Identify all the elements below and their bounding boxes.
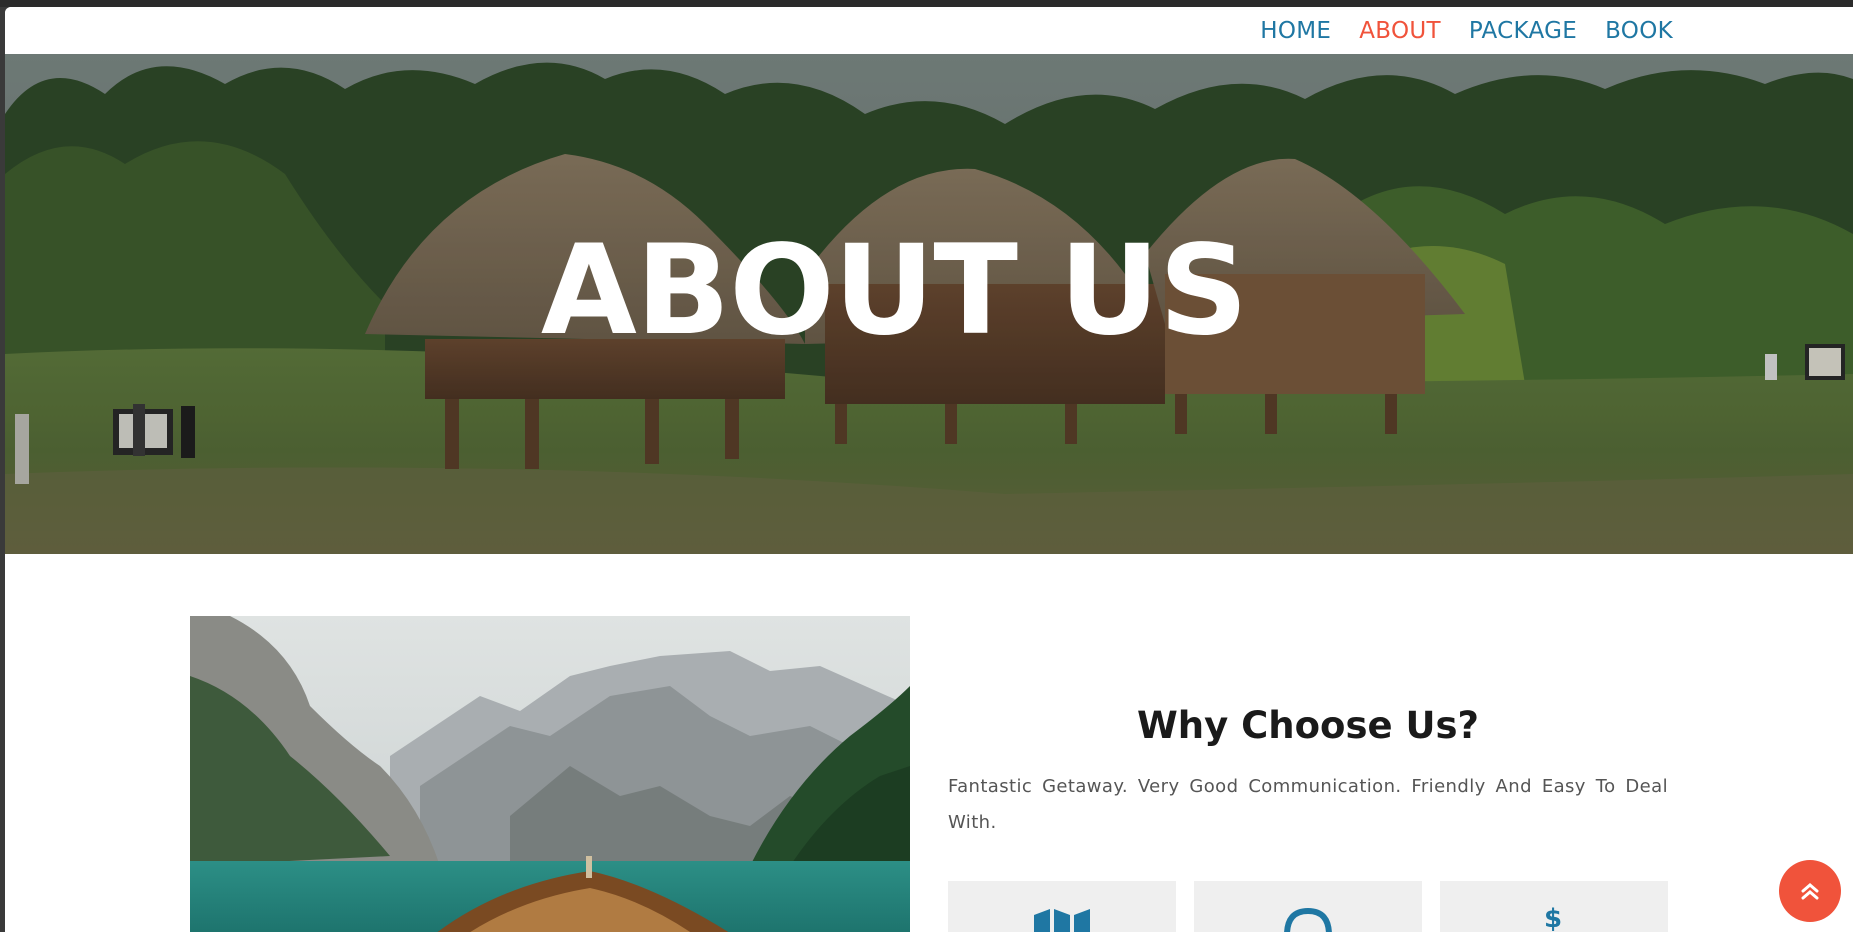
double-chevron-up-icon [1801,883,1819,900]
lake-boat-image [190,616,910,932]
feature-card-price: $ [1440,881,1668,932]
feature-card-support [1194,881,1422,932]
nav-links: HOME ABOUT PACKAGE BOOK [1260,7,1673,54]
browser-top-strip [0,0,1853,7]
lake-boat-photo [190,616,910,932]
page: HOME ABOUT PACKAGE BOOK ABOUT US Why Cho… [5,7,1853,932]
nav-package-link[interactable]: PACKAGE [1469,18,1577,44]
nav-about-link[interactable]: ABOUT [1359,18,1441,44]
svg-text:$: $ [1544,905,1562,932]
scroll-to-top-button[interactable] [1779,860,1841,922]
dollar-hand-icon: $ [1544,905,1562,932]
features-row: $ [948,881,1668,932]
about-section: Why Choose Us? Fantastic Getaway. Very G… [5,554,1853,932]
feature-card-map [948,881,1176,932]
headset-icon [1284,907,1332,932]
map-icon [1034,909,1090,932]
why-title: Why Choose Us? [1136,704,1479,747]
why-choose-us: Why Choose Us? Fantastic Getaway. Very G… [948,704,1668,841]
hero-title: ABOUT US [540,219,1248,363]
navbar: HOME ABOUT PACKAGE BOOK [5,7,1853,54]
hero-banner: ABOUT US [5,54,1853,554]
nav-book-link[interactable]: BOOK [1605,18,1673,44]
why-description: Fantastic Getaway. Very Good Communicati… [948,776,1668,833]
nav-home-link[interactable]: HOME [1260,18,1331,44]
